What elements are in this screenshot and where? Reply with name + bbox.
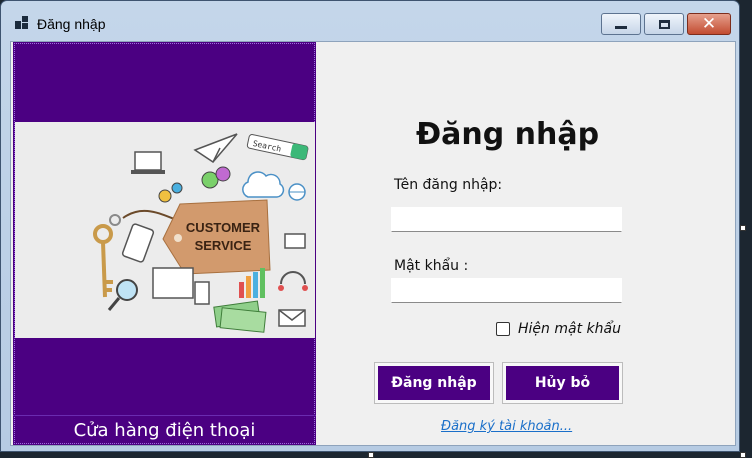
show-password-checkbox[interactable] bbox=[496, 322, 510, 336]
title-bar[interactable]: Đăng nhập ✕ bbox=[1, 1, 739, 41]
store-name: Cửa hàng điện thoại bbox=[13, 415, 316, 446]
form-client-area: CUSTOMER SERVICE Search Cửa hàng điện th… bbox=[10, 41, 736, 446]
tag-text-line2: SERVICE bbox=[195, 238, 252, 253]
resize-handle-corner[interactable] bbox=[740, 452, 746, 458]
window-title: Đăng nhập bbox=[37, 16, 106, 32]
customer-service-image: CUSTOMER SERVICE Search bbox=[15, 122, 315, 338]
minimize-icon bbox=[615, 25, 627, 29]
maximize-button[interactable] bbox=[644, 13, 684, 35]
close-icon: ✕ bbox=[701, 13, 717, 34]
username-label: Tên đăng nhập: bbox=[394, 177, 503, 193]
maximize-icon bbox=[658, 19, 670, 29]
tag-text-line1: CUSTOMER bbox=[186, 220, 261, 235]
app-icon bbox=[15, 16, 28, 29]
close-button[interactable]: ✕ bbox=[687, 13, 731, 35]
password-label: Mật khẩu : bbox=[394, 258, 469, 274]
branding-panel: CUSTOMER SERVICE Search Cửa hàng điện th… bbox=[13, 42, 316, 445]
register-link[interactable]: Đăng ký tài khoản... bbox=[441, 419, 572, 434]
password-field[interactable] bbox=[391, 278, 622, 303]
username-field[interactable] bbox=[391, 207, 622, 232]
resize-handle-bottom[interactable] bbox=[368, 452, 374, 458]
form-title: Đăng nhập bbox=[416, 117, 600, 152]
login-button[interactable]: Đăng nhập bbox=[374, 362, 494, 404]
login-window: Đăng nhập ✕ CUSTOMER SERVICE Search Cửa … bbox=[0, 0, 740, 452]
minimize-button[interactable] bbox=[601, 13, 641, 35]
show-password-label[interactable]: Hiện mật khẩu bbox=[518, 321, 621, 337]
cancel-button[interactable]: Hủy bỏ bbox=[502, 362, 623, 404]
resize-handle-right[interactable] bbox=[740, 225, 746, 231]
